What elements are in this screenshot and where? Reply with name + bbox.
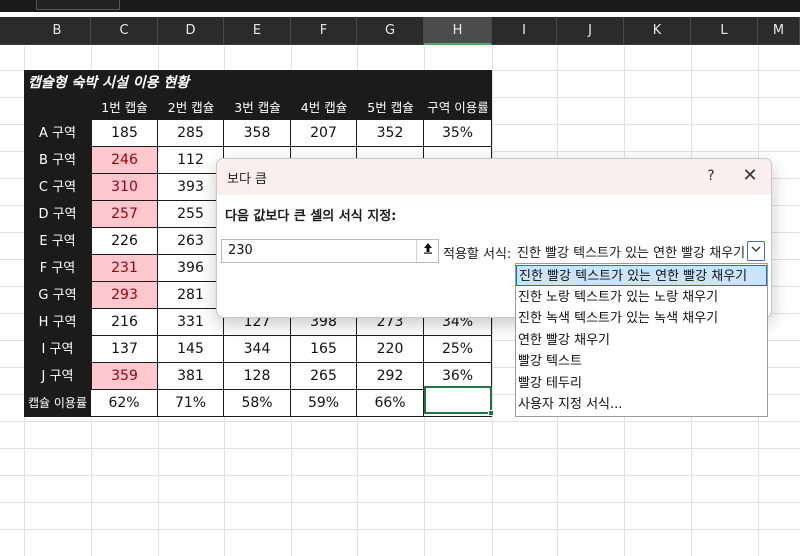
table-title: 캡슐형 숙박 시설 이용 현황 [24, 70, 492, 96]
footer-cell[interactable]: 58% [224, 390, 291, 417]
value-input[interactable]: 230 [221, 239, 439, 263]
table-cell[interactable]: 226 [91, 228, 158, 255]
row-label: I 구역 [24, 336, 91, 363]
table-cell[interactable]: 292 [357, 363, 424, 390]
column-header-m[interactable]: M [758, 17, 800, 45]
row-label: H 구역 [24, 309, 91, 336]
table-cell[interactable]: 165 [291, 336, 357, 363]
row-label: C 구역 [24, 174, 91, 201]
window-top-strip [0, 0, 800, 12]
row-label: D 구역 [24, 201, 91, 228]
table-cell[interactable]: 393 [158, 174, 224, 201]
row-label: J 구역 [24, 363, 91, 390]
grid-hline [0, 529, 800, 530]
column-heading: 5번 캡슐 [357, 96, 424, 120]
column-header-l[interactable]: L [691, 17, 758, 45]
column-header-g[interactable]: G [357, 17, 424, 45]
column-heading: 4번 캡슐 [291, 96, 357, 120]
grid-hline [0, 448, 800, 449]
column-heading: 3번 캡슐 [224, 96, 291, 120]
table-cell[interactable]: 35% [424, 120, 492, 147]
table-cell[interactable]: 257 [91, 201, 158, 228]
table-cell[interactable]: 185 [91, 120, 158, 147]
footer-cell[interactable]: 59% [291, 390, 357, 417]
footer-cell[interactable]: 62% [91, 390, 158, 417]
format-option[interactable]: 진한 빨강 텍스트가 있는 연한 빨강 채우기 [516, 265, 767, 286]
column-heading: 1번 캡슐 [91, 96, 158, 120]
column-header-f[interactable]: F [291, 17, 357, 45]
table-cell[interactable]: 220 [357, 336, 424, 363]
row-label: A 구역 [24, 120, 91, 147]
table-cell[interactable]: 207 [291, 120, 357, 147]
table-cell[interactable]: 358 [224, 120, 291, 147]
grid-hline [0, 475, 800, 476]
value-input-text[interactable]: 230 [228, 243, 253, 258]
column-header-j[interactable]: J [557, 17, 624, 45]
table-cell[interactable]: 310 [91, 174, 158, 201]
column-header-h[interactable]: H [424, 17, 492, 45]
table-cell[interactable]: 231 [91, 255, 158, 282]
format-dropdown-list: 진한 빨강 텍스트가 있는 연한 빨강 채우기 진한 노랑 텍스트가 있는 노랑 … [515, 263, 768, 417]
grid-hline [0, 502, 800, 503]
format-option[interactable]: 빨강 텍스트 [516, 351, 767, 372]
row-label: E 구역 [24, 228, 91, 255]
dialog-titlebar[interactable] [217, 159, 771, 195]
format-option[interactable]: 진한 녹색 텍스트가 있는 녹색 채우기 [516, 308, 767, 329]
footer-label: 캡슐 이용률 [24, 390, 91, 417]
row-label: B 구역 [24, 147, 91, 174]
format-option[interactable]: 연한 빨강 채우기 [516, 330, 767, 351]
sheet-tab-remnant[interactable] [36, 0, 120, 10]
format-option[interactable]: 사용자 지정 서식... [516, 394, 767, 415]
row-label: G 구역 [24, 282, 91, 309]
table-cell[interactable]: 359 [91, 363, 158, 390]
table-cell[interactable]: 293 [91, 282, 158, 309]
column-header-d[interactable]: D [158, 17, 224, 45]
format-option[interactable]: 진한 노랑 텍스트가 있는 노랑 채우기 [516, 287, 767, 308]
header-corner-cell [24, 96, 91, 120]
column-header-c[interactable]: C [91, 17, 158, 45]
table-cell[interactable]: 112 [158, 147, 224, 174]
grid-hline [0, 421, 800, 422]
column-header-e[interactable]: E [224, 17, 291, 45]
column-header-k[interactable]: K [624, 17, 691, 45]
footer-cell[interactable]: 66% [357, 390, 424, 417]
column-heading: 구역 이용률 [424, 96, 492, 120]
table-cell[interactable]: 25% [424, 336, 492, 363]
dialog-title: 보다 큼 [227, 172, 268, 187]
footer-cell[interactable]: 71% [158, 390, 224, 417]
table-cell[interactable]: 281 [158, 282, 224, 309]
selected-cell-h14[interactable] [424, 386, 494, 416]
table-cell[interactable]: 137 [91, 336, 158, 363]
column-header-b[interactable]: B [24, 17, 91, 45]
format-combobox[interactable]: 진한 빨강 텍스트가 있는 연한 빨강 채우기 [515, 239, 769, 263]
table-cell[interactable]: 344 [224, 336, 291, 363]
table-cell[interactable]: 331 [158, 309, 224, 336]
column-header-bar: B C D E F G H I J K L M [0, 17, 800, 45]
chevron-down-icon[interactable] [747, 241, 765, 261]
table-cell[interactable]: 145 [158, 336, 224, 363]
format-label: 적용할 서식: [443, 247, 512, 262]
table-cell[interactable]: 216 [91, 309, 158, 336]
dialog-prompt: 다음 값보다 큰 셀의 서식 지정: [225, 209, 397, 224]
column-heading: 2번 캡슐 [158, 96, 224, 120]
table-cell[interactable]: 255 [158, 201, 224, 228]
table-cell[interactable]: 381 [158, 363, 224, 390]
fill-handle[interactable] [488, 410, 494, 416]
table-cell[interactable]: 265 [291, 363, 357, 390]
table-cell[interactable]: 128 [224, 363, 291, 390]
column-header-i[interactable]: I [492, 17, 557, 45]
row-label: F 구역 [24, 255, 91, 282]
help-icon[interactable]: ? [701, 166, 721, 186]
table-cell[interactable]: 396 [158, 255, 224, 282]
table-cell[interactable]: 246 [91, 147, 158, 174]
table-cell[interactable]: 285 [158, 120, 224, 147]
format-combobox-value: 진한 빨강 텍스트가 있는 연한 빨강 채우기 [517, 246, 746, 261]
format-option[interactable]: 빨강 테두리 [516, 373, 767, 394]
table-cell[interactable]: 263 [158, 228, 224, 255]
table-cell[interactable]: 352 [357, 120, 424, 147]
collapse-dialog-icon[interactable] [416, 240, 438, 262]
close-icon[interactable]: ✕ [739, 165, 761, 187]
